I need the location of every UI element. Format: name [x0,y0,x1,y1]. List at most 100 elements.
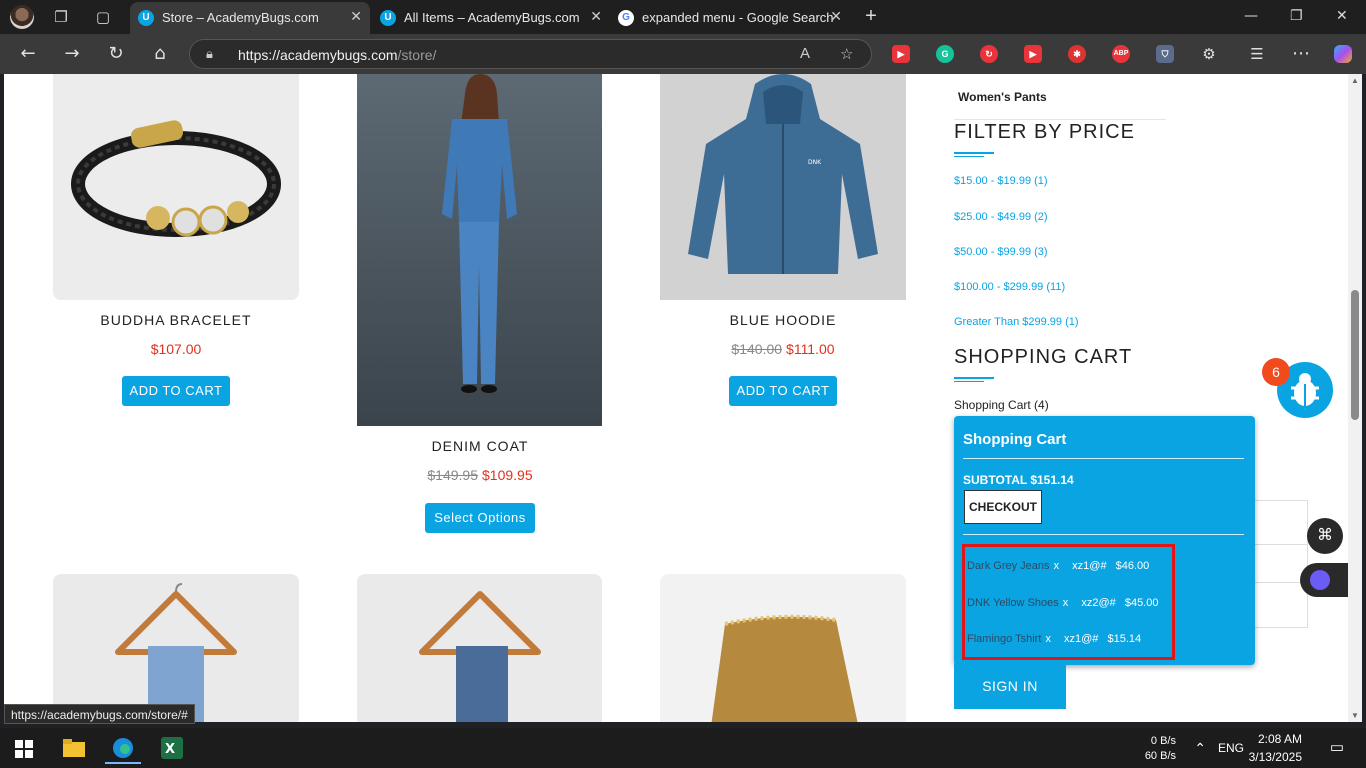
home-icon[interactable]: ⌂ [149,43,171,65]
shopping-cart-popup: Shopping Cart SUBTOTAL $151.14 CHECKOUT … [954,416,1255,665]
filter-by-price-heading: FILTER BY PRICE [954,121,1135,143]
restore-icon[interactable]: ❐ [1290,8,1303,24]
close-tab-icon[interactable]: ✕ [830,9,842,25]
tab-google-search[interactable]: G expanded menu - Google Search ✕ [610,2,850,34]
heading-underline [954,156,984,157]
product-name[interactable]: DENIM COAT [357,438,603,454]
remove-item-icon[interactable]: x [1045,633,1051,645]
favorite-star-icon[interactable]: ☆ [840,45,853,63]
price-filter-link[interactable]: $25.00 - $49.99 (2) [954,211,1048,223]
copilot-icon[interactable] [1334,45,1352,63]
windows-start-icon[interactable] [6,734,42,764]
assistant-launcher[interactable] [1300,563,1348,597]
add-to-cart-button[interactable]: ADD TO CART [122,376,230,406]
product-image-jeans-dark[interactable] [357,574,602,722]
favorites-icon[interactable]: ☰ [1246,43,1268,65]
price-filter-link[interactable]: $15.00 - $19.99 (1) [954,175,1048,187]
select-options-button[interactable]: Select Options [425,503,535,533]
product-image-bracelet[interactable] [53,74,299,300]
minimize-icon[interactable]: — [1244,8,1258,24]
price-filter-link[interactable]: $50.00 - $99.99 (3) [954,246,1048,258]
product-image-denim-coat[interactable] [357,74,602,426]
tray-chevron-icon[interactable]: ⌃ [1190,740,1206,757]
scrollbar-thumb[interactable] [1351,290,1359,420]
product-price: $107.00 [150,341,202,357]
page-scrollbar[interactable]: ▲ ▼ [1348,74,1362,722]
heading-underline [954,152,994,154]
heading-underline [954,381,984,382]
scroll-up-icon[interactable]: ▲ [1351,76,1359,85]
product-image-jeans[interactable] [53,574,299,722]
shopping-cart-link[interactable]: Shopping Cart (4) [954,398,1049,412]
browser-titlebar: ❐ ▢ U Store – AcademyBugs.com ✕ U All It… [0,0,1366,34]
cart-item-qty: xz1@# [1064,633,1099,645]
back-icon[interactable]: ← [17,43,39,65]
academybugs-favicon-icon: U [138,10,154,26]
cart-item-name[interactable]: Dark Grey Jeans [967,560,1050,572]
cart-subtotal: SUBTOTAL $151.14 [963,473,1074,487]
divider [963,458,1244,459]
tab-store[interactable]: U Store – AcademyBugs.com ✕ [130,2,370,34]
excel-icon[interactable]: X [154,734,190,764]
lock-icon[interactable]: 🔒︎ [206,46,213,62]
windows-taskbar: X 0 B/s 60 B/s ⌃ ENG 2:08 AM 3/13/2025 ▭ [0,728,1366,768]
profile-avatar[interactable] [10,5,34,29]
close-window-icon[interactable]: ✕ [1336,8,1348,24]
add-to-cart-button[interactable]: ADD TO CART [729,376,837,406]
tab-all-items[interactable]: U All Items – AcademyBugs.com ✕ [372,2,610,34]
store-page: BUDDHA BRACELET $107.00 ADD TO CART DENI… [4,74,1348,722]
cart-item: Flamingo Tshirt x xz1@# $15.14 [967,633,1141,645]
refresh-icon[interactable]: ↻ [105,43,127,65]
read-aloud-icon[interactable]: A [800,45,810,62]
address-bar[interactable]: 🔒︎ https://academybugs.com/store/ A ☆ [189,39,872,69]
url-text[interactable]: https://academybugs.com/store/ [238,47,436,63]
apps-grid-icon[interactable]: ⌘ [1307,518,1343,554]
shield-icon[interactable]: ⛉ [1156,45,1174,63]
close-tab-icon[interactable]: ✕ [350,9,362,25]
product-image-blue-hoodie[interactable]: DNK [660,74,906,300]
adblock-icon[interactable]: ABP [1112,45,1130,63]
checkout-button[interactable]: CHECKOUT [964,490,1042,524]
product-price: $149.95 $109.95 [427,467,533,483]
edge-icon[interactable] [105,734,141,764]
remove-item-icon[interactable]: x [1054,560,1060,572]
sign-in-button[interactable]: SIGN IN [954,663,1066,709]
tab-title: Store – AcademyBugs.com [162,10,319,25]
cart-item-price: $46.00 [1115,560,1150,572]
forward-icon[interactable]: → [61,43,83,65]
cart-item-name[interactable]: DNK Yellow Shoes [967,597,1059,609]
price-filter-link[interactable]: $100.00 - $299.99 (11) [954,281,1065,293]
file-explorer-icon[interactable] [56,734,92,764]
product-name[interactable]: BUDDHA BRACELET [53,312,299,328]
cart-item-price: $15.14 [1107,633,1142,645]
workspaces-icon[interactable]: ❐ [50,6,72,28]
tab-actions-icon[interactable]: ▢ [92,6,114,28]
cart-item-name[interactable]: Flamingo Tshirt [967,633,1041,645]
more-menu-icon[interactable]: ⋯ [1290,43,1312,65]
clock-time[interactable]: 2:08 AM [1250,732,1302,746]
price-filter-link[interactable]: Greater Than $299.99 (1) [954,316,1079,328]
extension-icon[interactable]: ✱ [1068,45,1086,63]
cart-items-list: Dark Grey Jeans x xz1@# $46.00 DNK Yello… [962,544,1175,660]
extension-icon[interactable]: ▶ [892,45,910,63]
cart-popup-title: Shopping Cart [963,431,1067,448]
close-tab-icon[interactable]: ✕ [590,9,602,25]
notifications-icon[interactable]: ▭ [1322,738,1344,756]
remove-item-icon[interactable]: x [1063,597,1069,609]
extension-icon[interactable]: ↻ [980,45,998,63]
network-upload-rate: 0 B/s [1150,735,1176,747]
scroll-down-icon[interactable]: ▼ [1351,711,1359,720]
product-image-gold-bag[interactable] [660,574,906,722]
product-name[interactable]: BLUE HOODIE [660,312,906,328]
new-tab-button[interactable]: + [860,6,882,28]
divider [963,534,1244,535]
address-toolbar: ← → ↻ ⌂ 🔒︎ https://academybugs.com/store… [0,34,1366,74]
extension-icon[interactable]: ▶ [1024,45,1042,63]
tab-title: All Items – AcademyBugs.com [404,10,580,25]
google-favicon-icon: G [618,10,634,26]
clock-date[interactable]: 3/13/2025 [1240,750,1302,764]
category-link-womens-pants[interactable]: Women's Pants [958,90,1047,104]
grammarly-icon[interactable]: G [936,45,954,63]
extensions-icon[interactable]: ⚙ [1198,43,1220,65]
svg-text:DNK: DNK [808,159,822,166]
